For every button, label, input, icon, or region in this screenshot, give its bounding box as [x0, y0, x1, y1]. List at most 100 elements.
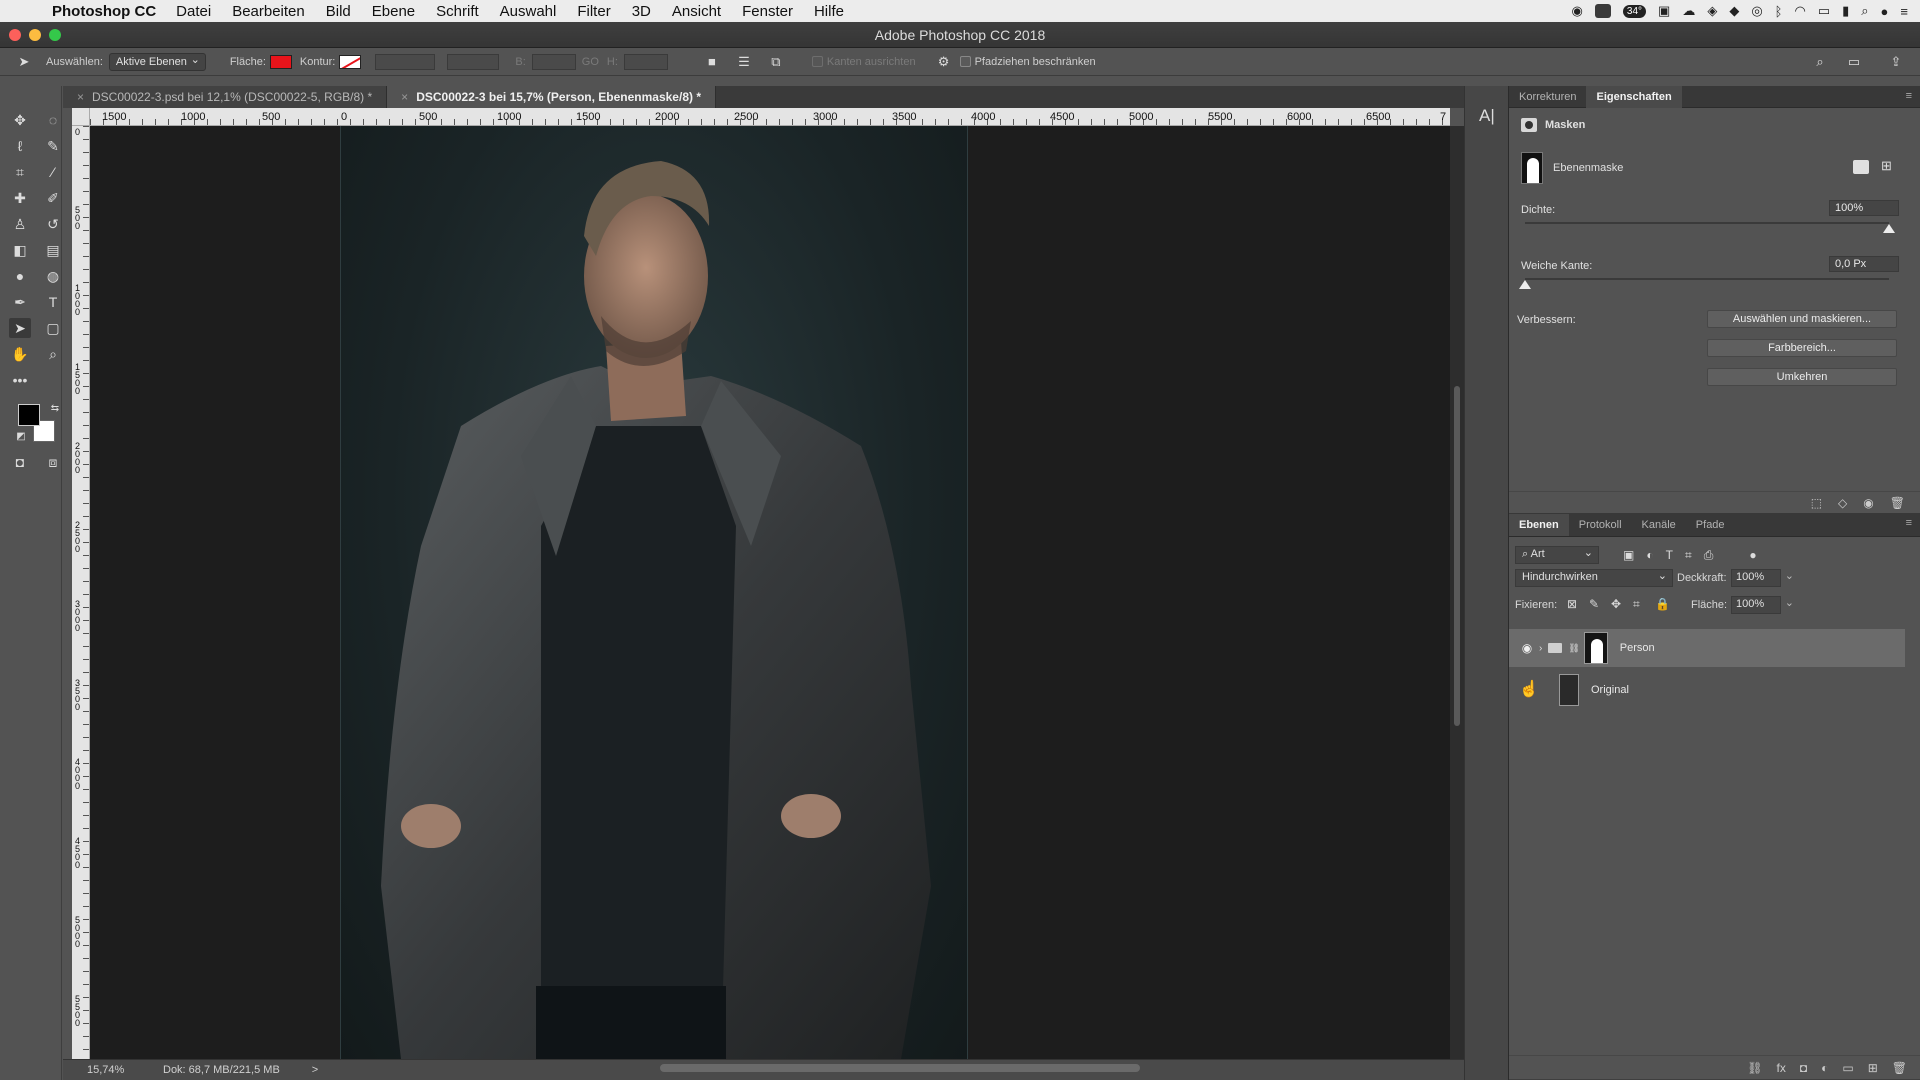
zoom-level[interactable]: 15,74% [63, 1064, 133, 1076]
airplay-icon[interactable]: ▭ [1818, 3, 1830, 19]
smart-object-thumbnail[interactable] [1559, 674, 1579, 706]
history-brush-tool-icon[interactable]: ↺ [42, 214, 64, 234]
record-icon[interactable]: ◉ [1572, 3, 1583, 19]
filter-adjustment-icon[interactable]: ◐ [1646, 548, 1653, 563]
feather-slider-handle[interactable] [1519, 280, 1531, 289]
horizontal-ruler[interactable]: 1500 1000 500 0 500 1000 1500 2000 2500 … [90, 108, 1450, 126]
search-icon[interactable]: ⌕ [1812, 54, 1828, 69]
select-mode-dropdown[interactable]: Aktive Ebenen [108, 52, 206, 71]
document-tab-active[interactable]: × DSC00022-3 bei 15,7% (Person, Ebenenmas… [387, 86, 716, 108]
menu-fenster[interactable]: Fenster [742, 3, 793, 20]
visibility-eye-icon[interactable]: ◉ [1515, 641, 1539, 655]
menu-hilfe[interactable]: Hilfe [814, 3, 844, 20]
close-window-button[interactable] [9, 29, 21, 41]
more-tools-icon[interactable]: ••• [9, 370, 31, 390]
path-selection-tool-icon[interactable]: ➤ [9, 318, 31, 338]
load-selection-icon[interactable]: ⬚ [1811, 496, 1822, 510]
dropbox-icon[interactable]: ◈ [1707, 3, 1717, 19]
tab-korrekturen[interactable]: Korrekturen [1509, 86, 1586, 108]
temperature-badge[interactable]: 34° [1622, 4, 1647, 18]
scroll-thumb[interactable] [1454, 386, 1460, 726]
lock-transparency-icon[interactable]: ⊠ [1567, 597, 1577, 611]
vertical-ruler[interactable]: 0 5 0 0 1 0 0 0 1 5 0 0 2 0 0 0 2 5 0 0 … [72, 126, 90, 1059]
app-status-icon[interactable] [1594, 4, 1611, 18]
tab-kanaele[interactable]: Kanäle [1632, 514, 1686, 536]
select-and-mask-button[interactable]: Auswählen und maskieren... [1707, 310, 1897, 328]
spotlight-icon[interactable]: ⌕ [1861, 3, 1868, 19]
screen-mode-icon[interactable]: ⧈ [42, 452, 64, 472]
share-icon[interactable]: ⇪ [1888, 54, 1904, 69]
marquee-tool-icon[interactable]: ◌ [42, 110, 64, 130]
quick-selection-tool-icon[interactable]: ✎ [42, 136, 64, 156]
delete-layer-icon[interactable]: 🗑 [1892, 1061, 1907, 1075]
app-menu[interactable]: Photoshop CC [52, 3, 156, 20]
layer-style-fx-icon[interactable]: fx [1777, 1061, 1786, 1075]
pen-tool-icon[interactable]: ✒ [9, 292, 31, 312]
layer-row-original[interactable]: Original [1509, 671, 1905, 709]
density-slider-handle[interactable] [1883, 224, 1895, 233]
tab-eigenschaften[interactable]: Eigenschaften [1586, 85, 1682, 108]
menu-bearbeiten[interactable]: Bearbeiten [232, 3, 305, 20]
close-tab-icon[interactable]: × [401, 90, 408, 104]
layer-mask-thumbnail[interactable] [1521, 152, 1543, 184]
menu-datei[interactable]: Datei [176, 3, 211, 20]
width-field[interactable] [531, 53, 576, 70]
layer-name[interactable]: Person [1620, 642, 1655, 654]
lock-artboard-icon[interactable]: ⌗ [1633, 597, 1640, 612]
healing-brush-tool-icon[interactable]: ✚ [9, 188, 31, 208]
cloud-icon[interactable]: ☁ [1682, 3, 1695, 19]
crop-tool-icon[interactable]: ⌗ [9, 162, 31, 182]
height-field[interactable] [623, 53, 668, 70]
path-arrangement-icon[interactable]: ⧉ [768, 54, 784, 69]
menu-bild[interactable]: Bild [326, 3, 351, 20]
fill-field[interactable]: 100% [1731, 596, 1794, 614]
portrait-photo[interactable] [340, 126, 968, 1059]
density-field[interactable]: 100% [1829, 200, 1899, 216]
gradient-tool-icon[interactable]: ▤ [42, 240, 64, 260]
minimize-window-button[interactable] [29, 29, 41, 41]
fill-color-swatch[interactable] [269, 54, 292, 69]
invert-button[interactable]: Umkehren [1707, 368, 1897, 386]
color-range-button[interactable]: Farbbereich... [1707, 339, 1897, 357]
lock-all-icon[interactable]: 🔒 [1655, 597, 1670, 611]
dodge-tool-icon[interactable]: ◍ [42, 266, 64, 286]
filter-pixel-icon[interactable]: ▣ [1623, 548, 1634, 563]
vpn-icon[interactable]: ◎ [1751, 3, 1762, 19]
layer-name[interactable]: Original [1591, 684, 1629, 696]
panel-menu-icon[interactable]: ≡ [1906, 517, 1912, 529]
evernote-icon[interactable]: ◆ [1729, 3, 1739, 19]
feather-slider[interactable] [1525, 278, 1889, 280]
tab-pfade[interactable]: Pfade [1686, 514, 1735, 536]
move-tool-icon[interactable]: ✥ [9, 110, 31, 130]
menu-3d[interactable]: 3D [632, 3, 651, 20]
siri-icon[interactable]: ● [1881, 4, 1889, 19]
tab-protokoll[interactable]: Protokoll [1569, 514, 1632, 536]
link-icon[interactable]: ⛓ [1568, 643, 1579, 654]
close-tab-icon[interactable]: × [77, 90, 84, 104]
pixel-mask-icon[interactable] [1853, 160, 1869, 174]
lock-position-icon[interactable]: ✥ [1611, 597, 1621, 611]
adjustment-layer-icon[interactable]: ◐ [1821, 1061, 1828, 1075]
stroke-width-field[interactable] [375, 53, 436, 70]
menu-ebene[interactable]: Ebene [372, 3, 415, 20]
eraser-tool-icon[interactable]: ◧ [9, 240, 31, 260]
menu-schrift[interactable]: Schrift [436, 3, 479, 20]
opacity-field[interactable]: 100% [1731, 569, 1794, 587]
workspace-icon[interactable]: ▭ [1846, 54, 1862, 69]
layer-kind-filter[interactable]: ⌕ Art [1515, 546, 1599, 564]
new-layer-icon[interactable]: ⊞ [1868, 1061, 1878, 1075]
shape-tool-icon[interactable]: ▢ [42, 318, 64, 338]
status-menu-arrow[interactable]: > [312, 1064, 318, 1076]
lock-image-icon[interactable]: ✎ [1589, 597, 1599, 611]
feather-field[interactable]: 0,0 Px [1829, 256, 1899, 272]
stroke-type-dropdown[interactable] [447, 53, 500, 70]
character-panel-icon[interactable]: A| [1479, 106, 1495, 126]
blend-mode-dropdown[interactable]: Hindurchwirken [1515, 569, 1673, 587]
zoom-tool-icon[interactable]: ⌕ [42, 344, 64, 364]
eyedropper-tool-icon[interactable]: ⁄ [42, 162, 64, 182]
vertical-scrollbar[interactable] [1450, 126, 1464, 1059]
filter-type-icon[interactable]: T [1666, 548, 1673, 563]
notification-center-icon[interactable]: ≡ [1900, 4, 1908, 19]
foreground-color-swatch[interactable] [18, 404, 40, 426]
toggle-mask-visibility-icon[interactable]: ◉ [1863, 496, 1873, 510]
